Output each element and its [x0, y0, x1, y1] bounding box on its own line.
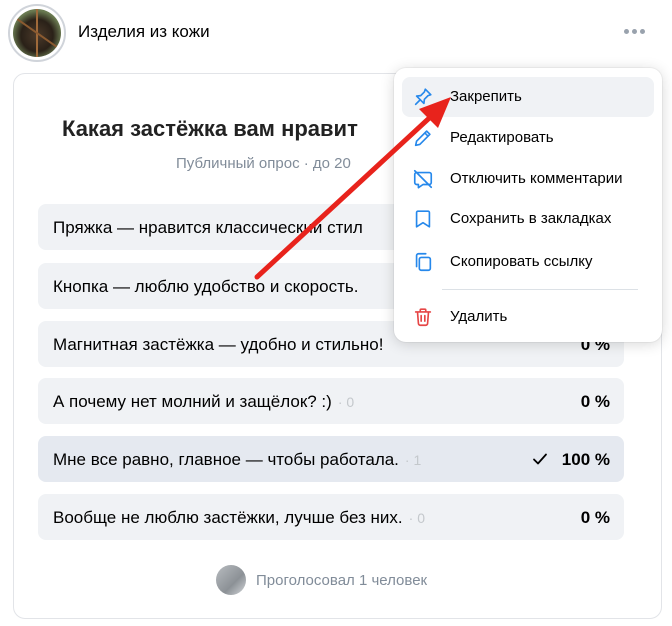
pin-icon	[414, 88, 432, 106]
poll-option-count: · 0	[408, 510, 425, 526]
poll-option-count: · 0	[337, 394, 355, 410]
menu-item-disable-comments[interactable]: Отключить комментарии	[402, 159, 654, 199]
poll-option-text: Вообще не люблю застёжки, лучше без них.	[53, 508, 403, 527]
poll-option-text: Магнитная застёжка — удобно и стильно!	[53, 335, 384, 354]
menu-item-bookmark[interactable]: Сохранить в закладках	[402, 199, 654, 239]
poll-option-percent: 0 %	[580, 508, 610, 527]
check-icon	[533, 453, 547, 465]
menu-item-label: Закрепить	[450, 88, 522, 105]
menu-item-label: Скопировать ссылку	[450, 253, 593, 270]
menu-item-pin[interactable]: Закрепить	[402, 77, 654, 117]
post-context-menu: Закрепить Редактировать Отключить коммен…	[394, 68, 662, 342]
poll-option-text: Мне все равно, главное — чтобы работала.	[53, 450, 399, 469]
poll-option-text: А почему нет молний и защёлок? :)	[53, 392, 332, 411]
comment-off-icon	[413, 169, 433, 189]
menu-divider	[442, 289, 638, 290]
menu-item-label: Сохранить в закладках	[450, 210, 612, 227]
poll-option[interactable]: А почему нет молний и защёлок? :) · 0 0 %	[38, 378, 624, 424]
voter-avatar	[216, 565, 246, 595]
poll-option-selected[interactable]: Мне все равно, главное — чтобы работала.…	[38, 436, 624, 482]
menu-item-copy-link[interactable]: Скопировать ссылку	[402, 242, 654, 282]
poll-title: Какая застёжка вам нравит	[62, 116, 358, 141]
poll-option-percent: 0 %	[580, 392, 610, 411]
voters-text: Проголосовал 1 человек	[256, 571, 428, 589]
copy-icon	[415, 252, 432, 272]
poll-option-text: Пряжка — нравится классический стил	[53, 218, 363, 237]
group-avatar[interactable]	[8, 4, 66, 62]
poll-option[interactable]: Вообще не люблю застёжки, лучше без них.…	[38, 494, 624, 540]
poll-voters[interactable]: Проголосовал 1 человек	[216, 565, 427, 595]
poll-meta: Публичный опрос · до 20	[176, 155, 351, 172]
menu-item-label: Отключить комментарии	[450, 170, 623, 187]
pencil-icon	[414, 130, 431, 147]
trash-icon	[414, 308, 432, 327]
poll-option-percent: 100 %	[561, 450, 610, 469]
menu-item-delete[interactable]: Удалить	[402, 297, 654, 337]
bookmark-icon	[415, 210, 431, 228]
menu-item-edit[interactable]: Редактировать	[402, 118, 654, 158]
poll-option-text: Кнопка — люблю удобство и скорость.	[53, 277, 359, 296]
menu-item-label: Удалить	[450, 308, 508, 325]
more-horizontal-icon[interactable]	[624, 26, 648, 36]
poll-option-count: · 1	[404, 452, 422, 468]
group-name[interactable]: Изделия из кожи	[78, 22, 210, 42]
post-header: Изделия из кожи	[0, 0, 672, 64]
menu-item-label: Редактировать	[450, 129, 554, 146]
